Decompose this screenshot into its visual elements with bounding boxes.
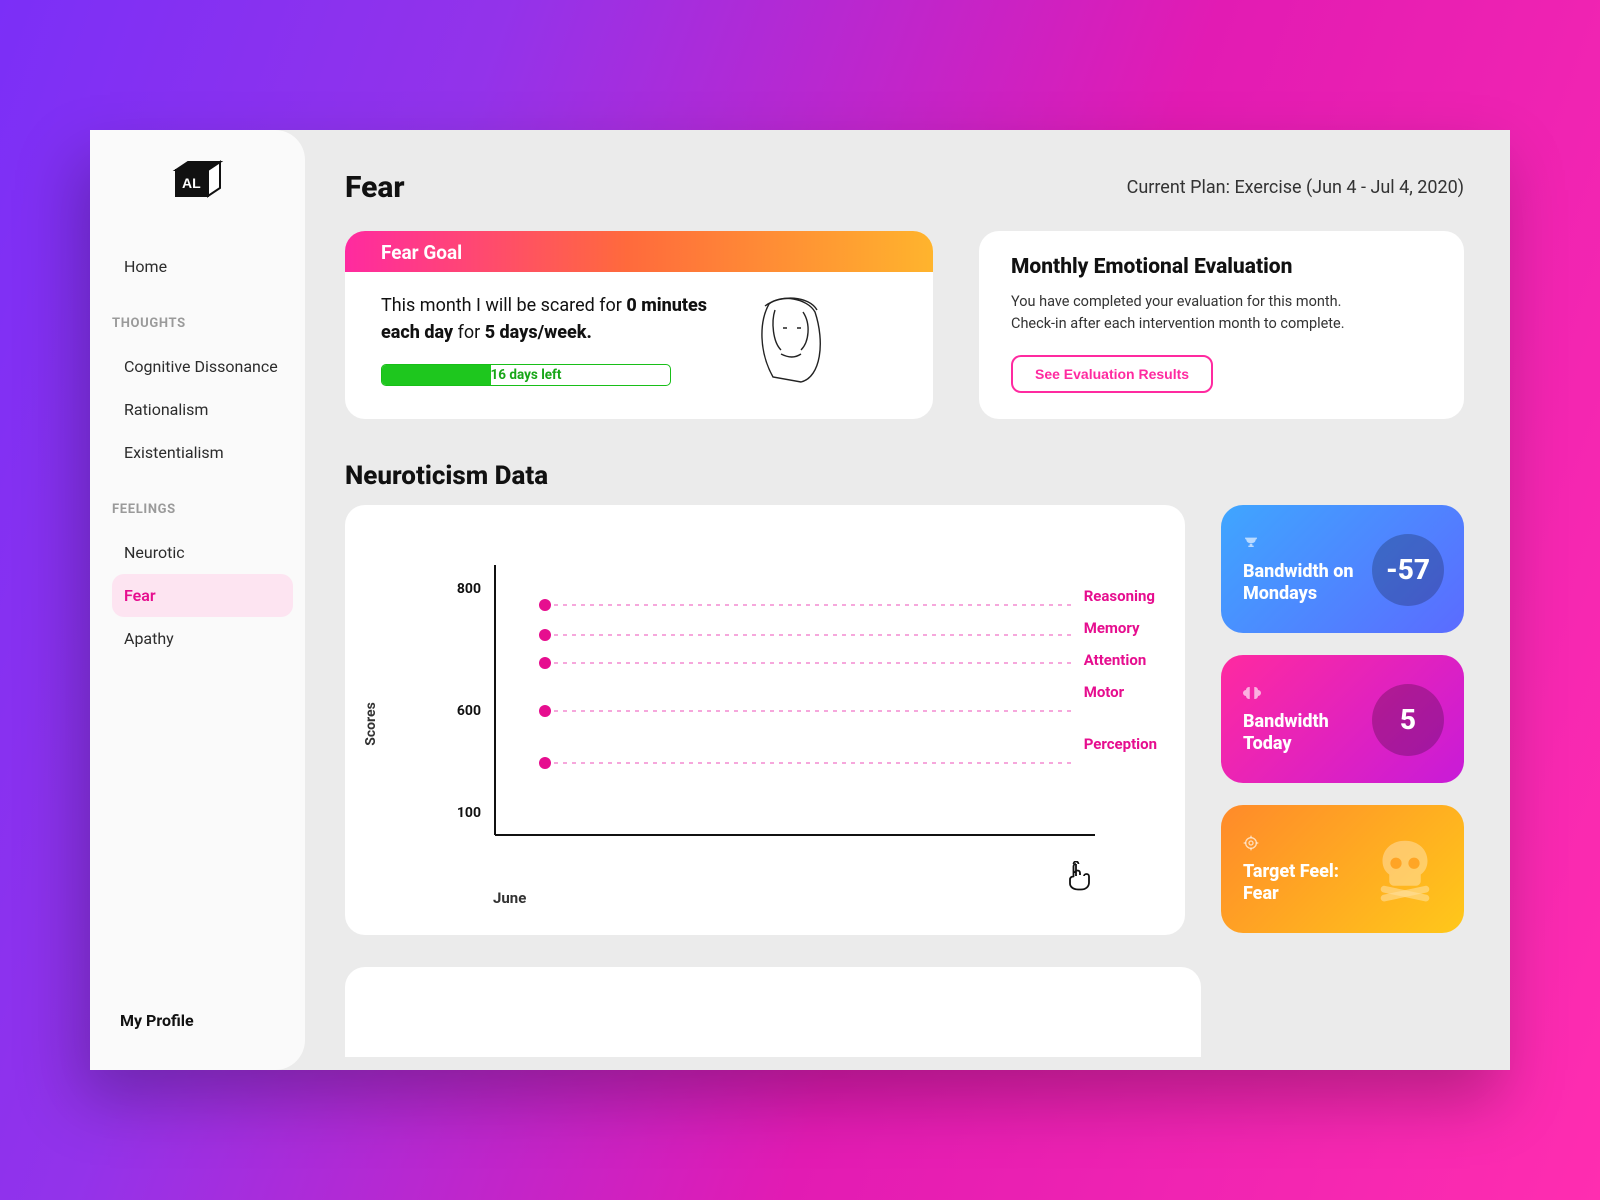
legend-perception: Perception — [1084, 735, 1157, 757]
legend-attention: Attention — [1084, 651, 1157, 673]
nav-thought-existentialism[interactable]: Existentialism — [112, 431, 293, 474]
goal-sentence-mid: for — [453, 322, 485, 343]
chart-x-axis-label: June — [493, 889, 526, 907]
goal-days: 5 days/week. — [485, 322, 592, 343]
see-evaluation-results-button[interactable]: See Evaluation Results — [1011, 355, 1213, 393]
stat-card-target-feel[interactable]: Target Feel: Fear — [1221, 805, 1464, 933]
sidebar: AL Home THOUGHTS Cognitive Dissonance Ra… — [90, 130, 305, 1070]
nav-thought-rationalism[interactable]: Rationalism — [112, 388, 293, 431]
logo: AL — [168, 160, 228, 200]
goal-card-header: Fear Goal — [345, 231, 933, 272]
stat-card-bandwidth-today[interactable]: Bandwidth Today 5 — [1221, 655, 1464, 783]
evaluation-description: You have completed your evaluation for t… — [1011, 291, 1371, 335]
stat-label-target: Target Feel: Fear — [1243, 861, 1352, 904]
stat-value-mondays: -57 — [1372, 534, 1444, 606]
legend-reasoning: Reasoning — [1084, 587, 1157, 609]
chart-plot[interactable]: 800 600 100 — [415, 545, 1175, 885]
skull-icon — [1366, 831, 1444, 909]
stat-card-bandwidth-mondays[interactable]: Bandwidth on Mondays -57 — [1221, 505, 1464, 633]
section-title-neuroticism: Neuroticism Data — [345, 461, 1464, 491]
nav-feeling-apathy[interactable]: Apathy — [112, 617, 293, 660]
bottom-card-placeholder — [345, 967, 1201, 1057]
svg-text:800: 800 — [457, 581, 481, 597]
nav-heading-thoughts: THOUGHTS — [112, 316, 293, 331]
nav-section-home: Home — [90, 245, 305, 316]
goal-progress-bar: 16 days left — [381, 364, 671, 386]
chart-card: Scores 800 600 100 — [345, 505, 1185, 935]
stat-label-mondays: Bandwidth on Mondays — [1243, 561, 1358, 604]
chart-legend: Reasoning Memory Attention Motor Percept… — [1084, 587, 1157, 757]
nav-my-profile[interactable]: My Profile — [90, 1001, 305, 1040]
nav-thought-cognitive-dissonance[interactable]: Cognitive Dissonance — [112, 345, 293, 388]
nav-home[interactable]: Home — [112, 245, 293, 288]
goal-sentence-prefix: This month I will be scared for — [381, 295, 626, 316]
nav-heading-feelings: FEELINGS — [112, 502, 293, 517]
stat-label-today: Bandwidth Today — [1243, 711, 1358, 754]
stat-value-today: 5 — [1372, 684, 1444, 756]
chart-y-axis-label: Scores — [363, 702, 379, 746]
nav-feeling-fear[interactable]: Fear — [112, 574, 293, 617]
brain-icon — [1243, 685, 1358, 705]
target-icon — [1243, 835, 1352, 855]
header-row: Fear Current Plan: Exercise (Jun 4 - Jul… — [345, 170, 1464, 205]
svg-text:600: 600 — [457, 703, 481, 719]
app-window: AL Home THOUGHTS Cognitive Dissonance Ra… — [90, 130, 1510, 1070]
nav-section-feelings: FEELINGS Neurotic Fear Apathy — [90, 502, 305, 688]
nav-section-thoughts: THOUGHTS Cognitive Dissonance Rationalis… — [90, 316, 305, 502]
goal-card: Fear Goal This month I will be scared fo… — [345, 231, 933, 419]
face-illustration-icon — [751, 292, 831, 387]
nav-feeling-neurotic[interactable]: Neurotic — [112, 531, 293, 574]
svg-text:100: 100 — [457, 805, 481, 821]
page-title: Fear — [345, 170, 405, 205]
trophy-icon — [1243, 535, 1358, 555]
goal-sentence: This month I will be scared for 0 minute… — [381, 292, 721, 346]
pointer-cursor-icon — [1067, 861, 1093, 891]
stat-column: Bandwidth on Mondays -57 Bandwidth Today… — [1221, 505, 1464, 935]
main-content: Fear Current Plan: Exercise (Jun 4 - Jul… — [305, 130, 1510, 1070]
current-plan: Current Plan: Exercise (Jun 4 - Jul 4, 2… — [1127, 177, 1464, 198]
legend-motor: Motor — [1084, 683, 1157, 705]
svg-text:AL: AL — [182, 175, 201, 191]
goal-progress-label: 16 days left — [382, 365, 670, 385]
evaluation-card: Monthly Emotional Evaluation You have co… — [979, 231, 1464, 419]
legend-memory: Memory — [1084, 619, 1157, 641]
evaluation-title: Monthly Emotional Evaluation — [1011, 255, 1432, 279]
